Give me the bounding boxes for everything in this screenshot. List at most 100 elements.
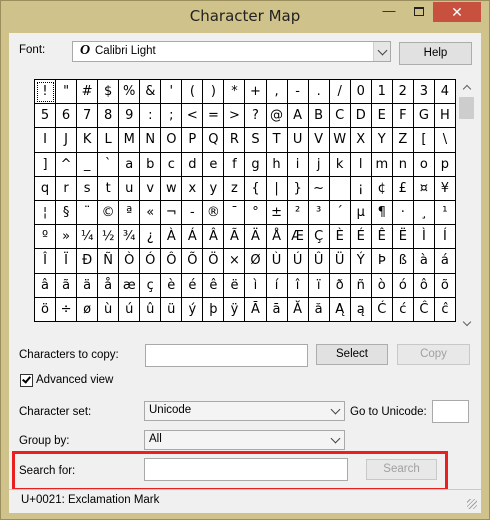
char-cell[interactable]: r <box>56 176 78 201</box>
char-cell[interactable]: ª <box>119 200 141 226</box>
minimize-button[interactable]: — <box>375 2 403 22</box>
char-cell[interactable]: ã <box>56 273 78 298</box>
char-cell[interactable]: æ <box>119 273 141 298</box>
char-cell[interactable]: î <box>287 273 309 298</box>
char-cell[interactable]: o <box>413 152 435 177</box>
char-cell[interactable]: Þ <box>371 249 393 274</box>
char-cell[interactable]: Û <box>308 249 330 274</box>
char-cell[interactable]: n <box>392 152 414 177</box>
char-cell[interactable]: , <box>266 80 288 105</box>
char-cell[interactable]: O <box>161 128 183 153</box>
char-cell[interactable]: U <box>287 128 309 153</box>
char-cell[interactable]: = <box>203 104 225 129</box>
char-cell[interactable]: Ô <box>161 249 183 274</box>
advanced-view-checkbox[interactable] <box>20 374 33 387</box>
char-cell[interactable]: ¦ <box>35 200 57 226</box>
char-cell[interactable]: ¤ <box>413 176 435 201</box>
characters-to-copy-input[interactable] <box>145 344 308 367</box>
char-cell[interactable]: b <box>140 152 162 177</box>
char-cell[interactable]: ; <box>161 104 183 129</box>
char-cell[interactable]: e <box>203 152 225 177</box>
char-cell[interactable]: { <box>245 176 267 201</box>
char-cell[interactable]: ¬ <box>161 200 183 226</box>
char-cell[interactable]: C <box>329 104 351 129</box>
help-button[interactable]: Help <box>399 42 472 65</box>
char-cell[interactable]: Ë <box>392 225 414 250</box>
char-cell[interactable]: g <box>245 152 267 177</box>
char-cell[interactable]: ´ <box>329 200 351 226</box>
char-cell[interactable]: ñ <box>350 273 372 298</box>
char-cell[interactable]: Ó <box>140 249 162 274</box>
char-cell[interactable]: ± <box>266 200 288 226</box>
char-cell[interactable]: M <box>119 128 141 153</box>
group-by-dropdown[interactable]: All <box>144 430 345 450</box>
char-cell[interactable]: Ý <box>350 249 372 274</box>
char-cell[interactable]: Î <box>35 249 57 274</box>
char-cell[interactable]: ÿ <box>224 297 246 322</box>
char-cell[interactable]: V <box>308 128 330 153</box>
char-cell[interactable]: * <box>224 80 246 105</box>
char-cell[interactable]: Í <box>434 225 456 250</box>
char-cell[interactable]: Y <box>371 128 393 153</box>
char-cell[interactable]: Ø <box>245 249 267 274</box>
character-set-dropdown[interactable]: Unicode <box>144 401 345 421</box>
char-cell[interactable]: P <box>182 128 204 153</box>
char-cell[interactable]: ú <box>119 297 141 322</box>
char-cell[interactable]: 2 <box>392 80 414 105</box>
char-cell[interactable]: ` <box>98 152 120 177</box>
char-cell[interactable]: v <box>140 176 162 201</box>
char-cell[interactable]: w <box>161 176 183 201</box>
char-cell[interactable]: x <box>182 176 204 201</box>
char-cell[interactable]: è <box>161 273 183 298</box>
char-cell[interactable]: í <box>266 273 288 298</box>
char-cell[interactable]: ü <box>161 297 183 322</box>
char-cell[interactable]: Ï <box>56 249 78 274</box>
close-button[interactable]: ✕ <box>433 2 481 22</box>
char-cell[interactable]: Ö <box>203 249 225 274</box>
char-cell[interactable]: m <box>371 152 393 177</box>
char-cell[interactable]: ï <box>308 273 330 298</box>
char-cell[interactable]: ò <box>371 273 393 298</box>
font-dropdown[interactable]: O Calibri Light <box>72 41 391 62</box>
char-cell[interactable]: $ <box>98 80 120 105</box>
char-cell[interactable]: ¼ <box>77 225 99 250</box>
char-cell[interactable]: ¾ <box>119 225 141 250</box>
char-cell[interactable]: ¡ <box>350 176 372 201</box>
char-cell[interactable]: h <box>266 152 288 177</box>
char-cell[interactable]: Q <box>203 128 225 153</box>
char-cell[interactable]: . <box>308 80 330 105</box>
char-cell[interactable]: A <box>287 104 309 129</box>
char-cell[interactable]: é <box>182 273 204 298</box>
char-cell[interactable]: È <box>329 225 351 250</box>
char-cell[interactable]: t <box>98 176 120 201</box>
char-cell[interactable]: L <box>98 128 120 153</box>
char-cell[interactable]: ' <box>161 80 183 105</box>
char-cell[interactable]: > <box>224 104 246 129</box>
char-cell[interactable]: # <box>77 80 99 105</box>
char-cell[interactable]: © <box>98 200 120 226</box>
char-cell[interactable]: Ú <box>287 249 309 274</box>
char-cell[interactable]: ç <box>140 273 162 298</box>
char-cell[interactable]: ĉ <box>434 297 456 322</box>
char-cell[interactable]: ? <box>245 104 267 129</box>
char-cell[interactable]: £ <box>392 176 414 201</box>
char-cell[interactable]: ^ <box>56 152 78 177</box>
char-cell[interactable]: Ò <box>119 249 141 274</box>
char-cell[interactable]: ! <box>35 80 57 105</box>
char-cell[interactable]: ù <box>98 297 120 322</box>
char-cell[interactable]: [ <box>413 128 435 153</box>
char-cell[interactable]: ¯ <box>224 200 246 226</box>
char-cell[interactable]: W <box>329 128 351 153</box>
char-cell[interactable]: þ <box>203 297 225 322</box>
char-cell[interactable]: ² <box>287 200 309 226</box>
char-cell[interactable]: / <box>329 80 351 105</box>
char-cell[interactable]: ¿ <box>140 225 162 250</box>
char-cell[interactable]: ô <box>413 273 435 298</box>
char-cell[interactable]: Ü <box>329 249 351 274</box>
char-cell[interactable]: B <box>308 104 330 129</box>
char-cell[interactable]: Ã <box>224 225 246 250</box>
char-cell[interactable]: ó <box>392 273 414 298</box>
char-cell[interactable]: ½ <box>98 225 120 250</box>
char-cell[interactable]: ° <box>245 200 267 226</box>
char-cell[interactable]: ö <box>35 297 57 322</box>
